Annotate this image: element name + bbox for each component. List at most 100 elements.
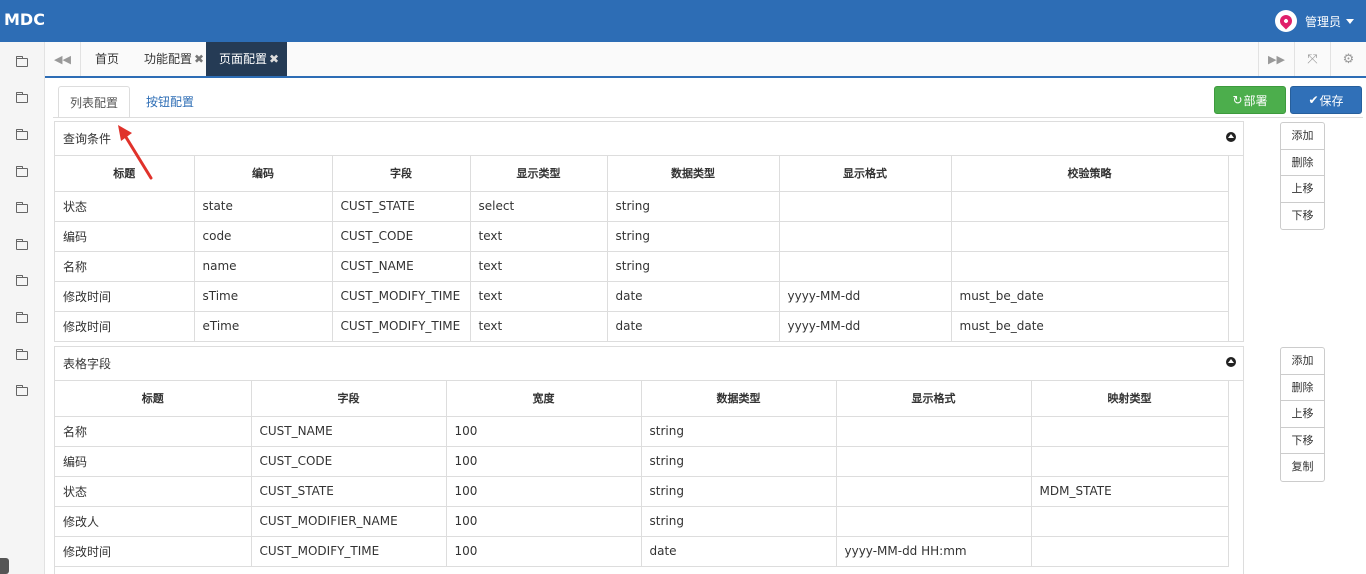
folder-icon[interactable] (16, 312, 28, 323)
table-cell[interactable] (1031, 416, 1229, 447)
sidebar-resize-handle[interactable] (0, 558, 9, 574)
table-cell[interactable]: date (607, 281, 780, 312)
table-cell[interactable]: CUST_MODIFIER_NAME (251, 506, 447, 537)
table-cell[interactable]: 修改时间 (55, 281, 195, 312)
delete-button[interactable]: 删除 (1281, 375, 1324, 401)
close-icon[interactable]: ✖ (269, 52, 279, 66)
table-cell[interactable]: string (607, 191, 780, 222)
table-cell[interactable]: must_be_date (951, 281, 1229, 312)
table-cell[interactable] (951, 251, 1229, 282)
move-down-button[interactable]: 下移 (1281, 203, 1324, 230)
column-header[interactable]: 显示格式 (836, 381, 1032, 417)
table-cell[interactable] (1031, 446, 1229, 477)
table-cell[interactable] (836, 446, 1032, 477)
column-header[interactable]: 校验策略 (951, 156, 1229, 192)
table-cell[interactable] (779, 251, 952, 282)
table-cell[interactable]: string (641, 476, 837, 507)
table-cell[interactable]: string (641, 416, 837, 447)
collapse-icon[interactable] (1226, 132, 1236, 142)
table-cell[interactable]: yyyy-MM-dd (779, 281, 952, 312)
table-cell[interactable] (779, 221, 952, 252)
column-header[interactable]: 标题 (55, 381, 252, 417)
table-cell[interactable]: text (470, 221, 608, 252)
table-cell[interactable]: 状态 (55, 191, 195, 222)
table-cell[interactable]: MDM_STATE (1031, 476, 1229, 507)
column-header[interactable]: 宽度 (446, 381, 642, 417)
table-cell[interactable]: CUST_STATE (251, 476, 447, 507)
table-row[interactable]: 编码 CUST_CODE 100 string (55, 446, 1229, 477)
scroll-left-icon[interactable]: ◀◀ (45, 42, 81, 76)
table-row[interactable]: 名称 name CUST_NAME text string (55, 251, 1229, 282)
table-cell[interactable]: state (194, 191, 333, 222)
table-cell[interactable]: 编码 (55, 221, 195, 252)
table-cell[interactable]: 100 (446, 476, 642, 507)
table-cell[interactable] (1031, 506, 1229, 537)
close-icon[interactable]: ✖ (194, 52, 204, 66)
table-row[interactable]: 状态 CUST_STATE 100 string MDM_STATE (55, 476, 1229, 507)
tab-page-config[interactable]: 页面配置 ✖ (206, 42, 288, 76)
table-cell[interactable]: 修改人 (55, 506, 252, 537)
table-cell[interactable]: 100 (446, 416, 642, 447)
table-cell[interactable]: code (194, 221, 333, 252)
move-up-button[interactable]: 上移 (1281, 401, 1324, 428)
table-cell[interactable]: text (470, 311, 608, 342)
table-cell[interactable]: 修改时间 (55, 536, 252, 567)
table-cell[interactable]: 编码 (55, 446, 252, 477)
table-row[interactable]: 编码 code CUST_CODE text string (55, 221, 1229, 252)
move-down-button[interactable]: 下移 (1281, 428, 1324, 454)
column-header[interactable]: 显示格式 (779, 156, 952, 192)
column-header[interactable]: 编码 (194, 156, 333, 192)
collapse-icon[interactable] (1226, 357, 1236, 367)
move-up-button[interactable]: 上移 (1281, 176, 1324, 203)
folder-icon[interactable] (16, 56, 28, 67)
table-row[interactable]: 修改人 CUST_MODIFIER_NAME 100 string (55, 506, 1229, 537)
table-cell[interactable]: name (194, 251, 333, 282)
table-cell[interactable]: CUST_MODIFY_TIME (332, 311, 471, 342)
table-cell[interactable]: 状态 (55, 476, 252, 507)
add-button[interactable]: 添加 (1281, 348, 1324, 375)
fullscreen-icon[interactable]: ⤧ (1294, 42, 1330, 76)
table-row[interactable]: 状态 state CUST_STATE select string (55, 191, 1229, 222)
table-cell[interactable]: string (641, 506, 837, 537)
table-cell[interactable]: sTime (194, 281, 333, 312)
table-row[interactable]: 名称 CUST_NAME 100 string (55, 416, 1229, 447)
table-cell[interactable]: yyyy-MM-dd HH:mm (836, 536, 1032, 567)
folder-icon[interactable] (16, 275, 28, 286)
delete-button[interactable]: 删除 (1281, 150, 1324, 176)
table-cell[interactable]: CUST_MODIFY_TIME (332, 281, 471, 312)
scroll-right-icon[interactable]: ▶▶ (1258, 42, 1294, 76)
tab-home[interactable]: 首页 (95, 42, 119, 76)
table-row[interactable]: 修改时间 sTime CUST_MODIFY_TIME text date yyyy-MM… (55, 281, 1229, 312)
folder-icon[interactable] (16, 349, 28, 360)
folder-icon[interactable] (16, 385, 28, 396)
table-cell[interactable]: string (641, 446, 837, 477)
column-header[interactable]: 数据类型 (641, 381, 837, 417)
column-header[interactable]: 数据类型 (607, 156, 780, 192)
add-button[interactable]: 添加 (1281, 123, 1324, 150)
folder-icon[interactable] (16, 129, 28, 140)
table-cell[interactable]: string (607, 251, 780, 282)
table-cell[interactable] (836, 506, 1032, 537)
save-button[interactable]: ✔ 保存 (1290, 86, 1362, 114)
table-cell[interactable]: date (607, 311, 780, 342)
column-header[interactable]: 字段 (332, 156, 471, 192)
table-cell[interactable]: yyyy-MM-dd (779, 311, 952, 342)
gear-icon[interactable]: ⚙ (1330, 42, 1366, 76)
folder-icon[interactable] (16, 166, 28, 177)
folder-icon[interactable] (16, 202, 28, 213)
table-cell[interactable]: must_be_date (951, 311, 1229, 342)
tab-list-config[interactable]: 列表配置 (58, 86, 130, 118)
table-cell[interactable]: 100 (446, 506, 642, 537)
tab-button-config[interactable]: 按钮配置 (146, 86, 194, 118)
table-cell[interactable]: eTime (194, 311, 333, 342)
table-cell[interactable]: 100 (446, 536, 642, 567)
table-cell[interactable] (779, 191, 952, 222)
table-cell[interactable]: CUST_STATE (332, 191, 471, 222)
table-row[interactable]: 修改时间 CUST_MODIFY_TIME 100 date yyyy-MM-dd HH… (55, 536, 1229, 567)
table-row[interactable]: 修改时间 eTime CUST_MODIFY_TIME text date yyyy-MM… (55, 311, 1229, 342)
table-cell[interactable] (951, 221, 1229, 252)
tab-function-config[interactable]: 功能配置 ✖ (144, 42, 204, 76)
table-cell[interactable] (836, 416, 1032, 447)
table-cell[interactable]: string (607, 221, 780, 252)
user-menu[interactable]: 管理员 (1274, 10, 1354, 32)
